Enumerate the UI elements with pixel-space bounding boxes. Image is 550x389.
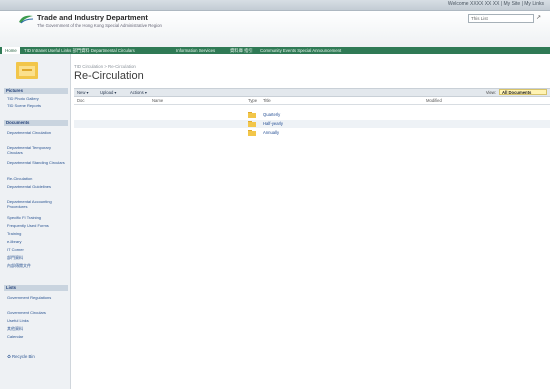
site-title[interactable]: Trade and Industry Department — [37, 13, 148, 22]
sidebar-section-lists[interactable]: Lists — [4, 285, 68, 291]
folder-icon — [16, 62, 38, 79]
search-scope-input[interactable]: This List — [468, 14, 534, 23]
sidebar-item-dept-info[interactable]: 部門資料 — [7, 255, 67, 260]
tab-database[interactable]: 資料庫 指引 — [230, 47, 256, 54]
list-row[interactable]: Half-yearly — [74, 120, 550, 128]
column-modified[interactable]: Modified — [426, 98, 442, 103]
column-title[interactable]: Title — [263, 98, 271, 103]
tab-community[interactable]: Community Events Special Announcement — [260, 47, 350, 54]
sidebar-item-photo-gallery[interactable]: TID Photo Gallery — [7, 96, 67, 101]
site-subtitle: The Government of the Hong Kong Special … — [37, 23, 162, 28]
sidebar-item-calendar[interactable]: Calendar — [7, 334, 67, 339]
new-menu-button[interactable]: New ▾ — [77, 90, 89, 95]
list-row[interactable]: Quarterly — [74, 111, 550, 119]
sidebar-section-documents[interactable]: Documents — [4, 120, 68, 126]
sidebar-item-forms[interactable]: Frequently Used Forms — [7, 223, 67, 228]
tab-home[interactable]: Home — [2, 47, 20, 54]
view-selector[interactable]: All Documents — [499, 89, 547, 95]
column-type[interactable]: Type — [248, 98, 257, 103]
list-row[interactable]: Annually — [74, 129, 550, 137]
folder-icon — [248, 130, 256, 136]
sidebar-item-accounting[interactable]: Departmental Accounting Procedures — [7, 199, 67, 209]
tab-intranet[interactable]: TID Intranet Useful Links 部門資料 Departmen… — [24, 47, 172, 54]
sidebar-item-fi-training[interactable]: Specific FI Training — [7, 215, 67, 220]
folder-icon — [248, 121, 256, 127]
top-bar: Welcome XXXX XX XX | My Site | My Links — [0, 0, 550, 11]
sidebar-item-internal-docs[interactable]: 內部傳閱文件 — [7, 263, 67, 268]
column-name[interactable]: Name — [152, 98, 163, 103]
upload-menu-button[interactable]: Upload ▾ — [100, 90, 117, 95]
breadcrumb[interactable]: TID Circulation > Re-Circulation — [74, 64, 136, 69]
sidebar-item-regulations[interactable]: Government Regulations — [7, 295, 67, 300]
recycle-bin-link[interactable]: ♻ Recycle Bin — [7, 354, 35, 360]
sidebar-item-standing-circulars[interactable]: Departmental Standing Circulars — [7, 160, 67, 165]
folder-link-annually[interactable]: Annually — [263, 130, 279, 135]
tab-info-services[interactable]: Information Services — [176, 47, 226, 54]
tid-logo-icon — [19, 15, 34, 24]
page-title: Re-Circulation — [74, 70, 144, 82]
search-go-icon[interactable]: ↗ — [536, 14, 542, 21]
folder-link-quarterly[interactable]: Quarterly — [263, 112, 280, 117]
folder-link-half-yearly[interactable]: Half-yearly — [263, 121, 283, 126]
sidebar-item-training[interactable]: Training — [7, 231, 67, 236]
column-headers: Doc Name Type Title Modified — [74, 97, 550, 105]
sidebar-item-re-circulation[interactable]: Re-Circulation — [7, 176, 67, 181]
column-doc[interactable]: Doc — [77, 98, 84, 103]
sidebar-item-other-info[interactable]: 其他資料 — [7, 326, 67, 331]
sidebar-item-departmental-circulation[interactable]: Departmental Circulation — [7, 130, 67, 135]
top-navigation: Home TID Intranet Useful Links 部門資料 Depa… — [0, 47, 550, 54]
sidebar-item-it-corner[interactable]: IT Corner — [7, 247, 67, 252]
recycle-bin-label: Recycle Bin — [12, 354, 35, 359]
sidebar-item-guidelines[interactable]: Departmental Guidelines — [7, 184, 67, 189]
sidebar-item-elibrary[interactable]: e-library — [7, 239, 67, 244]
sidebar-item-gov-circulars[interactable]: Government Circulars — [7, 310, 67, 315]
search-area: This List ↗ — [468, 14, 541, 23]
sidebar-item-temporary-circulars[interactable]: Departmental Temporary Circulars — [7, 145, 67, 155]
actions-menu-button[interactable]: Actions ▾ — [130, 90, 147, 95]
view-label: View: — [485, 90, 496, 95]
welcome-menu[interactable]: Welcome XXXX XX XX | My Site | My Links — [448, 1, 544, 7]
sidebar-section-pictures[interactable]: Pictures — [4, 88, 68, 94]
sidebar-item-scene-reports[interactable]: TID Scene Reports — [7, 103, 67, 108]
folder-icon — [248, 112, 256, 118]
list-toolbar: New ▾ Upload ▾ Actions ▾ View: All Docum… — [74, 88, 550, 97]
sidebar-item-useful-links[interactable]: Useful Links — [7, 318, 67, 323]
